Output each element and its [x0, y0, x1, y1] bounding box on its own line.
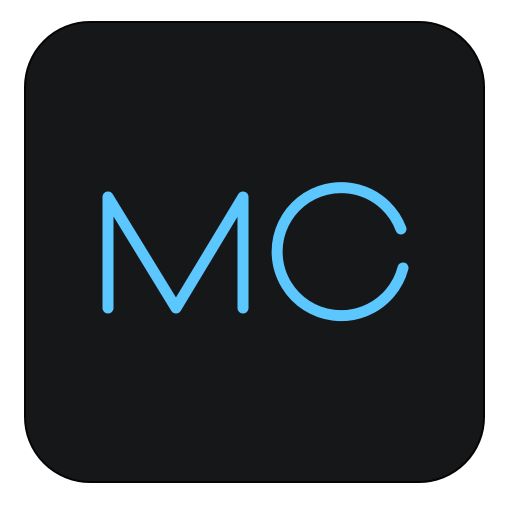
letter-m-stroke: [102, 191, 249, 314]
icon-canvas: [0, 0, 512, 512]
mc-monogram-logo: [102, 182, 409, 322]
letter-c-stroke: [271, 182, 409, 322]
